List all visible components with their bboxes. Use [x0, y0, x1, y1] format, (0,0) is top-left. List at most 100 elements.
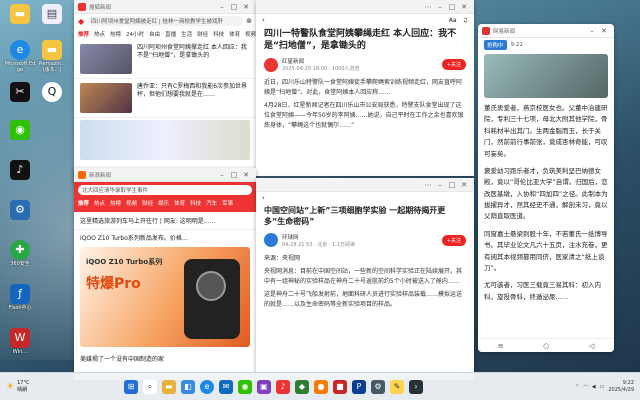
- ps-icon[interactable]: P: [351, 379, 366, 394]
- desktop-icon-flash[interactable]: ƒ Flash中心: [4, 284, 36, 312]
- tab-tech[interactable]: 科技: [190, 199, 201, 207]
- close-icon[interactable]: ✕: [458, 181, 470, 189]
- tab-sports[interactable]: 体育: [229, 30, 240, 38]
- tab-auto[interactable]: 汽车: [206, 199, 217, 207]
- tab-recommend[interactable]: 推荐: [78, 199, 89, 207]
- tab-finance[interactable]: 财经: [197, 30, 208, 38]
- clock[interactable]: 9:22 2025/4/29: [608, 380, 634, 393]
- titlebar[interactable]: ⋯ – □ ✕: [256, 178, 474, 192]
- minimize-icon[interactable]: –: [216, 171, 228, 179]
- desktop-icon-tiktok[interactable]: ♪: [4, 160, 36, 182]
- maximize-icon[interactable]: □: [446, 181, 458, 189]
- menu-icon[interactable]: ≡: [498, 342, 504, 350]
- store-icon[interactable]: ◧: [180, 379, 195, 394]
- promo-banner[interactable]: iQOO Z10 Turbo系列 特爆Pro: [80, 247, 250, 347]
- tab-military[interactable]: 军事: [222, 199, 233, 207]
- wifi-icon[interactable]: ◠: [583, 384, 587, 390]
- more-icon[interactable]: ⋯: [422, 181, 434, 189]
- list-item[interactable]: 四川阿坝州食堂阿姨撑走红 本人回应：我不是“扫地僧”，是拿锄头的: [74, 40, 256, 79]
- desktop-icon-document[interactable]: ▤: [36, 4, 68, 26]
- titlebar[interactable]: ⋯ – □ ✕: [256, 0, 474, 14]
- desktop-icon-wechat[interactable]: ◉: [4, 120, 36, 142]
- avatar[interactable]: [264, 233, 278, 248]
- battery-icon[interactable]: ▭: [600, 384, 605, 390]
- tab-video[interactable]: 视频: [245, 30, 256, 38]
- maximize-icon[interactable]: □: [228, 3, 240, 11]
- link-icon[interactable]: ⊚: [246, 17, 252, 25]
- tab-finance[interactable]: 财经: [142, 199, 153, 207]
- close-icon[interactable]: ✕: [240, 171, 252, 179]
- list-item[interactable]: 唐乔亚：只有C罗梅西和我能6次参加世界杯，但他们想要我就是在……: [74, 79, 256, 118]
- titlebar[interactable]: 新浪新闻 – □ ✕: [74, 168, 256, 182]
- desktop-icon-qq[interactable]: Q: [36, 82, 68, 104]
- titlebar[interactable]: 网易新闻 – ✕: [478, 24, 614, 38]
- desktop-icon-folder[interactable]: ▬: [4, 4, 36, 26]
- back-icon[interactable]: ‹: [262, 194, 265, 202]
- follow-button[interactable]: +关注: [441, 234, 466, 246]
- tab-hot[interactable]: 热点: [94, 30, 105, 38]
- notes-icon[interactable]: ✎: [389, 379, 404, 394]
- source-name[interactable]: 红星新闻: [282, 57, 360, 65]
- tab-ranking[interactable]: 热榜: [110, 199, 121, 207]
- search-input[interactable]: 四川阿坝州食堂阿姨被走红 | 桂林一商校教学生被戏肝: [87, 16, 244, 26]
- headline[interactable]: 这里精选旅游列车马上开往行 | 网友: 这明明是……: [74, 212, 256, 230]
- app3-icon[interactable]: ■: [332, 379, 347, 394]
- desktop-icon-folder2[interactable]: ▬ Piemazin... (版本...): [36, 40, 68, 73]
- windows-icon[interactable]: ⊞: [123, 379, 138, 394]
- minimize-icon[interactable]: –: [434, 3, 446, 11]
- search-icon[interactable]: ⌕: [142, 379, 157, 394]
- maximize-icon[interactable]: □: [446, 3, 458, 11]
- desktop-icon-settings[interactable]: ⚙: [4, 200, 36, 222]
- news-list-window[interactable]: 搜狐新闻 – □ ✕ ◆ 四川阿坝州食堂阿姨被走红 | 桂林一商校教学生被戏肝 …: [74, 0, 256, 183]
- close-icon[interactable]: ✕: [598, 27, 610, 35]
- tab-tech[interactable]: 科技: [213, 30, 224, 38]
- listen-icon[interactable]: ♫: [463, 17, 468, 24]
- follow-button[interactable]: +关注: [441, 59, 466, 71]
- phone-reader-window[interactable]: 网易新闻 – ✕ 抢购中 9:22 董氏衷爱者，燕京校医女也。父董中冶建研院，专…: [478, 24, 614, 352]
- titlebar[interactable]: 搜狐新闻 – □ ✕: [74, 0, 256, 14]
- mail-icon[interactable]: ✉: [218, 379, 233, 394]
- desktop-icon-capcut[interactable]: ✂: [4, 82, 36, 104]
- back-icon[interactable]: ‹: [262, 16, 265, 24]
- tab-life[interactable]: 生活: [181, 30, 192, 38]
- minimize-icon[interactable]: –: [434, 181, 446, 189]
- tab-hot[interactable]: 热点: [94, 199, 105, 207]
- app1-icon[interactable]: ◆: [294, 379, 309, 394]
- avatar[interactable]: [264, 57, 278, 72]
- chat-icon[interactable]: ◉: [237, 379, 252, 394]
- subtitle-badge[interactable]: 抢购中: [484, 40, 507, 50]
- source-name[interactable]: 环球网: [282, 233, 355, 241]
- photos-icon[interactable]: ▣: [256, 379, 271, 394]
- search-input[interactable]: 北大回应清华录取学生事件: [78, 185, 252, 195]
- tab-free[interactable]: 自由: [149, 30, 160, 38]
- news-list-window-2[interactable]: 新浪新闻 – □ ✕ 北大回应清华录取学生事件 推荐 热点 热榜 视频 财经 娱…: [74, 168, 256, 380]
- files-icon[interactable]: ▬: [161, 379, 176, 394]
- font-size-icon[interactable]: Aa: [449, 17, 457, 24]
- article-window-1[interactable]: ⋯ – □ ✕ ‹ Aa ♫ 四川一特警队食堂阿姨攀绳走红 本人回应：我不是“扫…: [256, 0, 474, 176]
- news-title[interactable]: 美媒揭了一个没有中国制造的家: [74, 349, 256, 368]
- promo-title[interactable]: iQOO Z10 Turbo系列新品发布。价格…: [74, 230, 256, 245]
- tab-sports[interactable]: 体育: [174, 199, 185, 207]
- desktop-icon-win[interactable]: W Win...: [4, 328, 36, 356]
- video-thumbnail[interactable]: [484, 54, 608, 98]
- minimize-icon[interactable]: –: [216, 3, 228, 11]
- minimize-icon[interactable]: –: [586, 27, 598, 35]
- desktop-icon-360[interactable]: ✚ 360安全: [4, 240, 36, 268]
- maximize-icon[interactable]: □: [228, 171, 240, 179]
- desktop-icon-edge[interactable]: e Microsoft Edge: [4, 40, 36, 73]
- volume-icon[interactable]: ◀: [592, 384, 596, 390]
- tools-icon[interactable]: ⚙: [370, 379, 385, 394]
- terminal-icon[interactable]: ›: [408, 379, 423, 394]
- browser-icon[interactable]: e: [199, 379, 214, 394]
- music-icon[interactable]: ♪: [275, 379, 290, 394]
- tab-ranking[interactable]: 热榜: [110, 30, 121, 38]
- app2-icon[interactable]: ●: [313, 379, 328, 394]
- back-icon[interactable]: ◁: [589, 342, 594, 350]
- more-icon[interactable]: ⋯: [422, 3, 434, 11]
- tab-recommend[interactable]: 推荐: [78, 30, 89, 38]
- home-icon[interactable]: ○: [543, 342, 549, 350]
- tab-ent[interactable]: 娱乐: [158, 199, 169, 207]
- close-icon[interactable]: ✕: [458, 3, 470, 11]
- chevron-up-icon[interactable]: ⌃: [575, 384, 579, 390]
- weather-widget[interactable]: ☀ 17°C 晴朗: [6, 380, 29, 393]
